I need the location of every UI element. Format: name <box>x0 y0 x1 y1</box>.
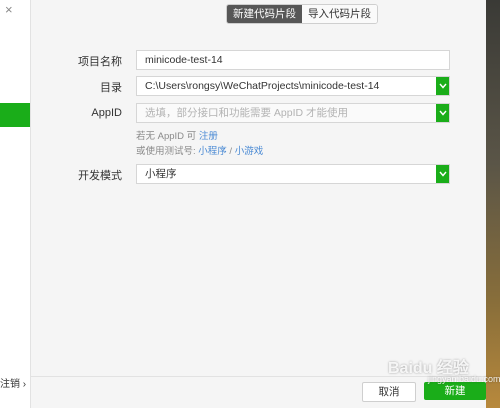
project-name-input[interactable]: minicode-test-14 <box>136 50 450 70</box>
tab-new-snippet[interactable]: 新建代码片段 <box>227 5 302 23</box>
chevron-down-icon[interactable] <box>436 77 449 95</box>
watermark-url: jingyan.baidu.com <box>428 374 500 384</box>
register-link[interactable]: 注册 <box>199 131 218 142</box>
miniprogram-test-link[interactable]: 小程序 <box>198 146 227 157</box>
logout-link[interactable]: 注销 › <box>0 375 26 390</box>
close-icon[interactable]: × <box>5 2 13 17</box>
project-name-label: 项目名称 <box>78 56 122 68</box>
sidebar: × 注销 › <box>0 0 31 408</box>
chevron-down-icon[interactable] <box>436 104 449 122</box>
directory-label: 目录 <box>100 82 122 94</box>
directory-value: C:\Users\rongsy\WeChatProjects\minicode-… <box>145 80 380 92</box>
dev-mode-label: 开发模式 <box>78 170 122 182</box>
create-button[interactable]: 新建 <box>424 382 486 400</box>
appid-input[interactable]: 选填，部分接口和功能需要 AppID 才能使用 <box>136 103 450 123</box>
dev-mode-select[interactable]: 小程序 <box>136 164 450 184</box>
cancel-button[interactable]: 取消 <box>362 382 416 402</box>
minigame-test-link[interactable]: 小游戏 <box>235 146 264 157</box>
directory-select[interactable]: C:\Users\rongsy\WeChatProjects\minicode-… <box>136 76 450 96</box>
dev-mode-value: 小程序 <box>145 168 177 180</box>
tab-import-snippet[interactable]: 导入代码片段 <box>302 5 377 23</box>
appid-hint-register: 若无 AppID 可 注册 <box>136 131 218 142</box>
desktop-background <box>486 0 500 408</box>
appid-label: AppID <box>91 107 122 119</box>
appid-placeholder: 选填，部分接口和功能需要 AppID 才能使用 <box>145 107 349 119</box>
chevron-down-icon[interactable] <box>436 165 449 183</box>
appid-hint-test-account: 或使用测试号: 小程序 / 小游戏 <box>136 146 264 157</box>
tab-group: 新建代码片段 导入代码片段 <box>226 4 378 24</box>
sidebar-item-active[interactable] <box>0 103 30 127</box>
